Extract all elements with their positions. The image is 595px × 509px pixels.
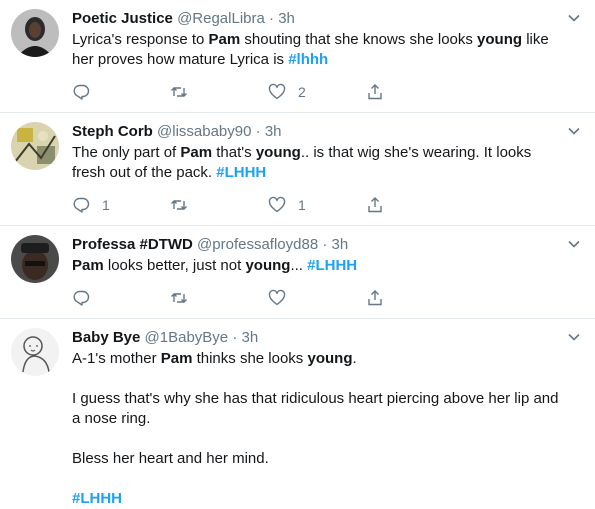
retweet-icon [171, 200, 187, 210]
tweet-paragraph: A-1's mother Pam thinks she looks young. [72, 349, 565, 369]
highlight-word: Pam [160, 350, 193, 367]
timestamp[interactable]: 3h [265, 123, 282, 140]
user-handle[interactable]: @professafloyd88 [197, 236, 318, 253]
tweet[interactable]: Baby Bye @1BabyBye · 3h A-1's mother Pam… [0, 319, 595, 509]
tweet-text: A-1's mother Pam thinks she looks young.… [72, 349, 565, 509]
highlight-word: Pam [72, 257, 104, 274]
retweet-icon [171, 87, 187, 97]
text-span: thinks she looks [192, 350, 308, 367]
tweet-paragraph: #LHHH [72, 489, 565, 509]
tweet-paragraph: I guess that's why she has that ridiculo… [72, 389, 565, 429]
text-span: A-1's mother [72, 350, 161, 367]
tweet-text: Lyrica's response to Pam shouting that s… [72, 30, 565, 70]
like-button[interactable]: 2 [268, 83, 366, 101]
text-span: The only part of [72, 144, 181, 161]
chevron-down-icon[interactable] [567, 124, 581, 138]
timestamp[interactable]: 3h [278, 10, 295, 27]
display-name[interactable]: Professa #DTWD [72, 236, 193, 253]
chevron-down-icon[interactable] [567, 330, 581, 344]
tweet-actions: 2 [72, 72, 565, 112]
tweet-text: Pam looks better, just not young... #LHH… [72, 256, 565, 276]
highlight-word: Pam [208, 31, 241, 48]
avatar[interactable] [11, 328, 59, 376]
share-icon [368, 290, 382, 306]
separator: · [232, 329, 238, 346]
separator: · [269, 10, 275, 27]
timestamp[interactable]: 3h [242, 329, 259, 346]
heart-icon [268, 196, 286, 213]
text-span: looks better, just not [103, 257, 246, 274]
text-span: . [352, 350, 357, 367]
reply-icon [73, 197, 90, 213]
hashtag-link[interactable]: #LHHH [72, 490, 122, 507]
share-button[interactable] [366, 83, 464, 101]
reply-button[interactable] [72, 289, 170, 307]
text-span: shouting that she knows she looks [240, 31, 478, 48]
avatar[interactable] [11, 122, 59, 170]
reply-icon [73, 290, 90, 306]
retweet-button[interactable] [170, 83, 268, 101]
hashtag-link[interactable]: #lhhh [288, 51, 328, 68]
user-handle[interactable]: @lissababy90 [157, 123, 251, 140]
highlight-word: Pam [180, 144, 213, 161]
tweet-actions [72, 278, 565, 318]
tweet[interactable]: Professa #DTWD @professafloyd88 · 3h Pam… [0, 226, 595, 319]
heart-icon [268, 289, 286, 306]
highlight-word: young [307, 350, 353, 367]
display-name[interactable]: Poetic Justice [72, 10, 173, 27]
heart-icon [268, 83, 286, 100]
like-count: 1 [298, 197, 306, 213]
hashtag-link[interactable]: #LHHH [216, 164, 266, 181]
highlight-word: young [245, 257, 291, 274]
separator: · [255, 123, 261, 140]
avatar[interactable] [11, 9, 59, 57]
reply-icon [73, 84, 90, 100]
share-button[interactable] [366, 289, 464, 307]
text-span: I guess that's why she has that ridiculo… [72, 390, 559, 427]
timestamp[interactable]: 3h [332, 236, 349, 253]
share-button[interactable] [366, 196, 464, 214]
text-span: Lyrica's response to [72, 31, 209, 48]
highlight-word: young [255, 144, 301, 161]
user-handle[interactable]: @RegalLibra [177, 10, 265, 27]
like-button[interactable] [268, 289, 366, 307]
like-button[interactable]: 1 [268, 196, 366, 214]
tweet-paragraph: Lyrica's response to Pam shouting that s… [72, 30, 565, 70]
retweet-button[interactable] [170, 196, 268, 214]
avatar[interactable] [11, 235, 59, 283]
reply-count: 1 [102, 197, 110, 213]
text-span: ... [290, 257, 308, 274]
reply-button[interactable]: 1 [72, 196, 170, 214]
retweet-icon [171, 293, 187, 303]
display-name[interactable]: Steph Corb [72, 123, 153, 140]
tweet[interactable]: Poetic Justice @RegalLibra · 3h Lyrica's… [0, 0, 595, 113]
text-span: that's [212, 144, 256, 161]
separator: · [322, 236, 328, 253]
tweet-paragraph: Pam looks better, just not young... #LHH… [72, 256, 565, 276]
tweet-paragraph: Bless her heart and her mind. [72, 449, 565, 469]
chevron-down-icon[interactable] [567, 11, 581, 25]
reply-button[interactable] [72, 83, 170, 101]
tweet-text: The only part of Pam that's young.. is t… [72, 143, 565, 183]
user-handle[interactable]: @1BabyBye [145, 329, 229, 346]
tweet[interactable]: Steph Corb @lissababy90 · 3h The only pa… [0, 113, 595, 226]
tweet-paragraph: The only part of Pam that's young.. is t… [72, 143, 565, 183]
share-icon [368, 84, 382, 100]
text-span: Bless her heart and her mind. [72, 450, 269, 467]
retweet-button[interactable] [170, 289, 268, 307]
tweet-feed: Poetic Justice @RegalLibra · 3h Lyrica's… [0, 0, 595, 509]
hashtag-link[interactable]: #LHHH [307, 257, 357, 274]
share-icon [368, 197, 382, 213]
tweet-actions: 1 1 [72, 185, 565, 225]
chevron-down-icon[interactable] [567, 237, 581, 251]
highlight-word: young [477, 31, 523, 48]
display-name[interactable]: Baby Bye [72, 329, 140, 346]
like-count: 2 [298, 84, 306, 100]
